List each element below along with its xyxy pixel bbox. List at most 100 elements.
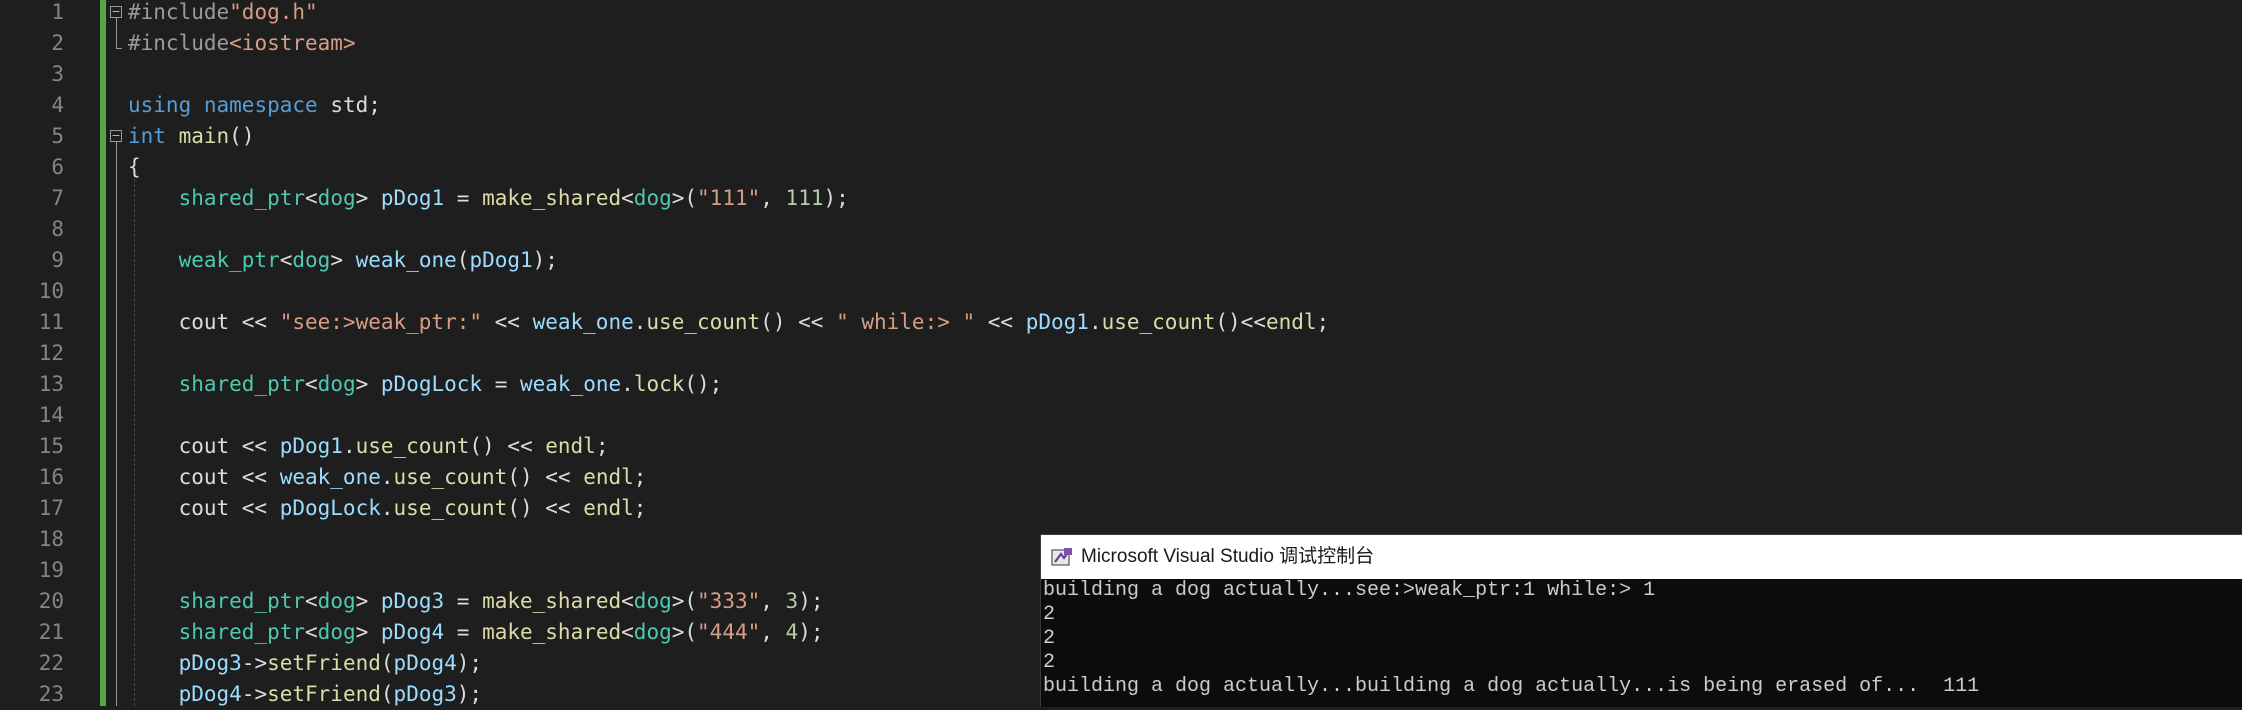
- code-token: pDogLock: [279, 496, 381, 520]
- code-token: "333": [697, 589, 761, 613]
- visual-studio-console-icon: [1051, 548, 1072, 566]
- code-token: 3: [785, 589, 799, 613]
- code-token: " while:> ": [836, 310, 976, 334]
- code-line[interactable]: cout << pDogLock.use_count() << endl;: [128, 493, 647, 524]
- code-token: 111: [785, 186, 824, 210]
- code-token: (): [229, 124, 255, 148]
- code-token: ,: [760, 186, 786, 210]
- line-number: 23: [38, 682, 64, 706]
- code-token: .: [1088, 310, 1102, 334]
- console-output-line: 2: [1043, 603, 1056, 626]
- code-line[interactable]: int main(): [128, 121, 254, 152]
- code-line[interactable]: shared_ptr<dog> pDog4 = make_shared<dog>…: [128, 617, 824, 648]
- code-token: ();: [684, 372, 723, 396]
- code-token: "see:>weak_ptr:": [279, 310, 483, 334]
- code-line[interactable]: pDog4->setFriend(pDog3);: [128, 679, 482, 710]
- code-token: dog: [317, 372, 356, 396]
- fold-guide: [116, 18, 117, 48]
- code-token: dog: [633, 186, 672, 210]
- console-output: building a dog actually...see:>weak_ptr:…: [1041, 579, 2242, 707]
- code-token: use_count: [393, 496, 508, 520]
- code-token: make_shared: [482, 186, 622, 210]
- code-token: <<: [482, 310, 533, 334]
- fold-guide-end: [116, 48, 122, 49]
- code-token: make_shared: [482, 620, 622, 644]
- code-token: pDog3: [393, 682, 457, 706]
- code-token: <: [305, 372, 318, 396]
- fold-minus-icon[interactable]: −: [110, 6, 122, 18]
- code-token: ,: [760, 589, 786, 613]
- debug-console-window[interactable]: Microsoft Visual Studio 调试控制台 building a…: [1040, 534, 2242, 707]
- code-token: namespace: [203, 93, 318, 117]
- code-line[interactable]: {: [128, 152, 141, 183]
- code-token: =: [444, 589, 483, 613]
- code-token: dog: [317, 186, 356, 210]
- code-token: "dog.h": [229, 0, 318, 24]
- code-line[interactable]: shared_ptr<dog> pDog3 = make_shared<dog>…: [128, 586, 824, 617]
- code-token: (: [380, 651, 394, 675]
- code-token: setFriend: [267, 651, 381, 675]
- line-number: 1: [51, 0, 64, 24]
- change-tracking-bar: [100, 0, 106, 706]
- code-token: dog: [317, 620, 356, 644]
- line-number: 10: [38, 279, 64, 303]
- code-token: () <<: [469, 434, 546, 458]
- code-token: <: [279, 248, 293, 272]
- code-token: cout <<: [128, 434, 280, 458]
- console-output-line: building a dog actually...building a dog…: [1043, 675, 1980, 698]
- line-number: 12: [38, 341, 64, 365]
- code-token: endl: [1265, 310, 1317, 334]
- line-number: 17: [38, 496, 64, 520]
- code-token: 4: [785, 620, 799, 644]
- code-token: setFriend: [267, 682, 381, 706]
- code-token: lock: [633, 372, 685, 396]
- console-titlebar[interactable]: Microsoft Visual Studio 调试控制台: [1041, 535, 2242, 579]
- line-number: 5: [51, 124, 64, 148]
- code-line[interactable]: #include<iostream>: [128, 28, 356, 59]
- code-line[interactable]: #include"dog.h": [128, 0, 318, 28]
- code-token: pDog1: [469, 248, 533, 272]
- code-token: pDog4: [393, 651, 457, 675]
- code-line[interactable]: cout << "see:>weak_ptr:" << weak_one.use…: [128, 307, 1330, 338]
- code-token: shared_ptr: [178, 186, 306, 210]
- code-token: (: [380, 682, 394, 706]
- code-token: pDog4: [380, 620, 445, 644]
- fold-minus-icon[interactable]: −: [110, 130, 122, 142]
- console-title: Microsoft Visual Studio 调试控制台: [1081, 546, 1375, 567]
- code-token: .: [380, 465, 394, 489]
- code-line[interactable]: shared_ptr<dog> pDog1 = make_shared<dog>…: [128, 183, 849, 214]
- code-token: ;: [633, 496, 647, 520]
- code-token: ;: [633, 465, 647, 489]
- code-token: pDogLock: [380, 372, 483, 396]
- code-token: "444": [697, 620, 761, 644]
- code-token: dog: [633, 620, 672, 644]
- code-token: () <<: [760, 310, 837, 334]
- code-token: pDog4: [178, 682, 242, 706]
- code-token: endl: [583, 496, 634, 520]
- code-token: <<: [975, 310, 1026, 334]
- code-editor[interactable]: 1 2 3 4 5 6 7 8 9 10 11 12 13 14 15 16 17 18 19 20 21 22 23 − …: [0, 0, 2242, 707]
- code-token: #include: [128, 0, 230, 24]
- code-token: int: [128, 124, 166, 148]
- code-token: pDog3: [380, 589, 445, 613]
- code-token: ;: [1316, 310, 1330, 334]
- code-token: >: [355, 620, 381, 644]
- code-token: weak_one: [355, 248, 457, 272]
- code-line[interactable]: cout << weak_one.use_count() << endl;: [128, 462, 647, 493]
- code-token: (: [456, 248, 470, 272]
- code-token: =: [482, 372, 520, 396]
- line-number: 13: [38, 372, 64, 396]
- code-line[interactable]: using namespace std;: [128, 90, 381, 121]
- code-token: std;: [317, 93, 381, 117]
- code-line[interactable]: shared_ptr<dog> pDogLock = weak_one.lock…: [128, 369, 723, 400]
- line-number: 14: [38, 403, 64, 427]
- code-token: >: [355, 372, 381, 396]
- code-line[interactable]: pDog3->setFriend(pDog4);: [128, 648, 482, 679]
- code-line[interactable]: weak_ptr<dog> weak_one(pDog1);: [128, 245, 558, 276]
- code-line[interactable]: cout << pDog1.use_count() << endl;: [128, 431, 609, 462]
